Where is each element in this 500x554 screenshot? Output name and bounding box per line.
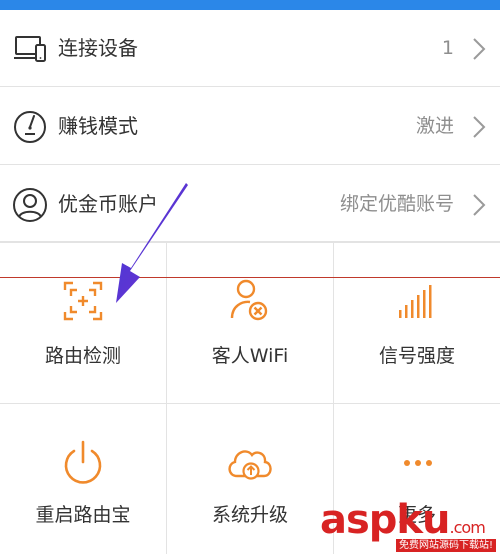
chevron-right-icon <box>473 194 486 216</box>
bind-account-link[interactable]: 绑定优酷账号 <box>340 191 454 217</box>
list-item-earning-mode[interactable]: 赚钱模式 激进 <box>0 88 500 165</box>
grid-item-signal-strength[interactable]: 信号强度 <box>334 242 500 402</box>
mode-value: 激进 <box>415 115 454 137</box>
more-dots-icon <box>404 460 432 466</box>
speedometer-icon <box>14 111 46 143</box>
grid-item-label: 信号强度 <box>378 345 455 367</box>
list-item-label: 赚钱模式 <box>58 114 138 138</box>
guest-user-icon <box>230 279 268 321</box>
signal-bars-icon <box>399 285 432 318</box>
list-item-label: 连接设备 <box>58 36 138 60</box>
grid-item-label: 客人WiFi <box>211 345 289 367</box>
annotation-line <box>0 277 500 278</box>
cloud-upload-icon <box>228 450 272 480</box>
grid-item-label: 系统升级 <box>211 504 288 526</box>
route-scan-icon <box>63 281 103 321</box>
power-icon <box>64 440 102 484</box>
laptop-phone-icon <box>14 36 46 62</box>
grid-item-restart-router[interactable]: 重启路由宝 <box>0 404 166 554</box>
grid-item-label: 重启路由宝 <box>35 504 131 526</box>
chevron-right-icon <box>473 116 486 138</box>
chevron-right-icon <box>473 38 486 60</box>
watermark: aspku.com 免费网站源码下载站! <box>320 500 496 552</box>
annotation-arrow-icon <box>116 183 188 303</box>
watermark-tagline: 免费网站源码下载站! <box>395 539 496 552</box>
list-item-coin-account[interactable]: 优金币账户 绑定优酷账号 <box>0 166 500 243</box>
device-count: 1 <box>441 37 454 59</box>
status-bar <box>0 0 500 10</box>
user-account-icon <box>13 188 47 222</box>
grid-item-system-upgrade[interactable]: 系统升级 <box>167 404 333 554</box>
list-item-connected-devices[interactable]: 连接设备 1 <box>0 10 500 87</box>
grid-item-label: 路由检测 <box>44 345 121 367</box>
